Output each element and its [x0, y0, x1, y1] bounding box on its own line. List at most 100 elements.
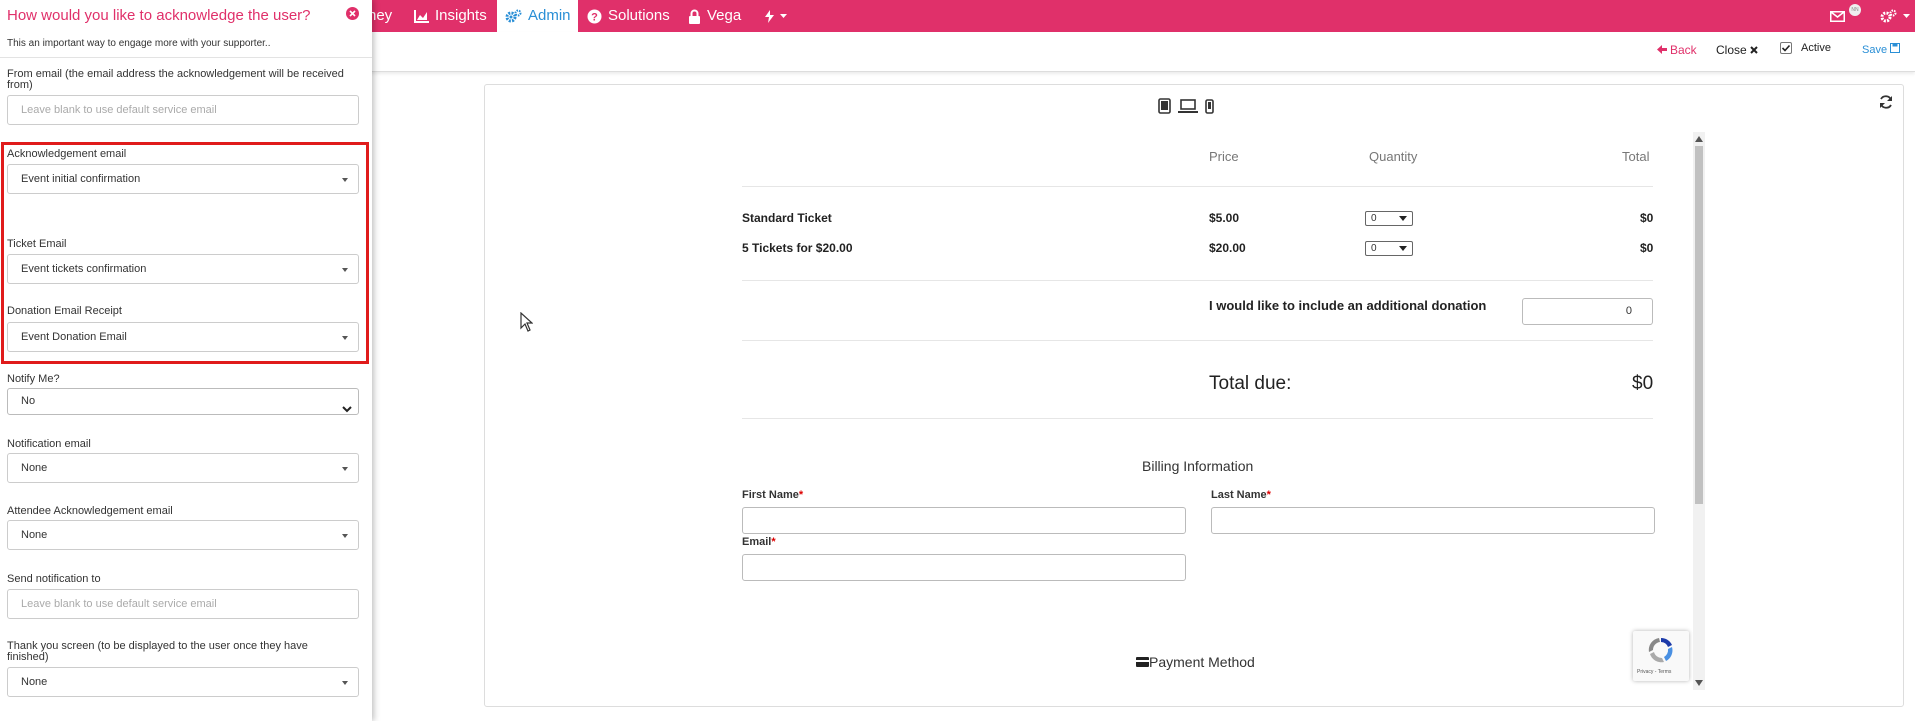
recaptcha-badge[interactable]: Privacy - Terms: [1633, 631, 1689, 681]
required-marker: *: [771, 536, 776, 548]
billing-info-title: Billing Information: [1142, 458, 1254, 474]
donation-email-select[interactable]: Event Donation Email: [7, 322, 359, 352]
ticket-quantity-select[interactable]: 0: [1365, 241, 1413, 256]
nav-item-insights[interactable]: Insights: [414, 0, 487, 32]
active-toggle[interactable]: Active: [1780, 42, 1831, 54]
save-button[interactable]: Save: [1862, 43, 1901, 56]
acknowledgement-email-select[interactable]: Event initial confirmation: [7, 164, 359, 194]
first-name-input[interactable]: [742, 507, 1186, 534]
save-label: Save: [1862, 43, 1888, 56]
email-label: Email*: [742, 536, 776, 548]
recaptcha-icon: [1648, 637, 1673, 663]
form-preview-canvas: Price Quantity Total Standard Ticket $5.…: [484, 84, 1904, 707]
back-button[interactable]: Back: [1657, 43, 1697, 57]
attendee-ack-email-select[interactable]: None: [7, 520, 359, 550]
gears-icon: [505, 9, 522, 23]
divider: [742, 340, 1653, 341]
acknowledgement-email-label: Acknowledgement email: [7, 148, 127, 160]
email-input[interactable]: [742, 554, 1186, 581]
quick-actions-menu[interactable]: [765, 0, 787, 32]
required-marker: *: [1266, 489, 1271, 501]
notify-me-value: No: [21, 395, 36, 407]
scroll-up-icon[interactable]: [1695, 136, 1703, 142]
gears-icon: [1880, 9, 1897, 23]
preview-scrollbar[interactable]: [1693, 132, 1705, 690]
acknowledgement-settings-panel: How would you like to acknowledge the us…: [0, 0, 372, 721]
total-due-label: Total due:: [1209, 373, 1292, 394]
divider: [742, 280, 1653, 281]
required-marker: *: [798, 489, 804, 501]
notification-email-select[interactable]: None: [7, 453, 359, 483]
active-label: Active: [1801, 42, 1831, 54]
ticket-name: 5 Tickets for $20.00: [742, 241, 853, 255]
close-panel-button[interactable]: [346, 7, 359, 25]
ticket-price: $5.00: [1209, 211, 1240, 225]
notification-badge: NN: [1849, 4, 1861, 16]
caret-down-icon: [1903, 13, 1910, 19]
messages-button[interactable]: [1830, 0, 1845, 32]
bolt-icon: [765, 9, 774, 23]
tablet-icon[interactable]: [1158, 98, 1171, 119]
total-column-header: Total: [1622, 149, 1650, 164]
panel-subtitle: This an important way to engage more wit…: [7, 38, 271, 49]
ticket-quantity-select[interactable]: 0: [1365, 211, 1413, 226]
settings-menu[interactable]: [1880, 0, 1910, 32]
notify-me-label: Notify Me?: [7, 373, 60, 385]
panel-title: How would you like to acknowledge the us…: [7, 7, 311, 24]
send-notification-input[interactable]: Leave blank to use default service email: [7, 589, 359, 619]
ticket-email-label: Ticket Email: [7, 238, 67, 250]
close-label: Close: [1716, 43, 1747, 57]
notify-me-select[interactable]: No: [7, 388, 359, 415]
back-label: Back: [1670, 43, 1697, 57]
scroll-down-icon[interactable]: [1695, 680, 1703, 686]
payment-method-label: Payment Method: [1149, 654, 1255, 670]
close-button[interactable]: Close: [1716, 43, 1758, 57]
donation-amount-input[interactable]: 0: [1522, 298, 1653, 325]
ticket-name: Standard Ticket: [742, 211, 832, 225]
envelope-icon: [1830, 10, 1845, 22]
refresh-icon[interactable]: [1879, 95, 1893, 114]
nav-item-vega[interactable]: Vega: [688, 0, 741, 32]
lock-icon: [688, 9, 701, 24]
notification-email-label: Notification email: [7, 438, 91, 450]
donation-email-label: Donation Email Receipt: [7, 305, 122, 317]
laptop-icon[interactable]: [1178, 99, 1198, 118]
ticket-email-select[interactable]: Event tickets confirmation: [7, 254, 359, 284]
nav-item-label: Solutions: [608, 7, 670, 24]
recaptcha-terms[interactable]: Privacy - Terms: [1637, 669, 1671, 675]
question-icon: ?: [587, 9, 602, 24]
nav-item-label: Vega: [707, 7, 742, 24]
arrow-left-icon: [1657, 43, 1667, 57]
nav-item-admin[interactable]: Admin: [497, 0, 578, 32]
active-checkbox[interactable]: [1780, 42, 1792, 54]
last-name-input[interactable]: [1211, 507, 1655, 534]
last-name-label: Last Name*: [1211, 489, 1271, 501]
from-email-input[interactable]: Leave blank to use default service email: [7, 95, 359, 125]
total-due-value: $0: [1632, 373, 1654, 394]
close-icon: [1749, 43, 1758, 57]
attendee-ack-email-label: Attendee Acknowledgement email: [7, 505, 173, 517]
nav-item-solutions[interactable]: ? Solutions: [587, 0, 670, 32]
ticket-price: $20.00: [1209, 241, 1246, 255]
caret-down-icon: [780, 13, 787, 19]
thank-you-screen-select[interactable]: None: [7, 667, 359, 697]
device-switcher: [1158, 98, 1214, 119]
thank-you-screen-label: Thank you screen (to be displayed to the…: [7, 640, 308, 663]
svg-text:?: ?: [591, 11, 598, 23]
email-text: Email: [742, 536, 772, 548]
ticket-total: $0: [1640, 211, 1654, 225]
from-email-label: From email (the email address the acknow…: [7, 68, 344, 91]
price-column-header: Price: [1209, 149, 1239, 164]
ticket-total: $0: [1640, 241, 1654, 255]
divider: [0, 57, 372, 58]
payment-method-heading: Payment Method: [1136, 654, 1255, 670]
divider: [742, 418, 1653, 419]
first-name-label: First Name*: [742, 489, 803, 501]
scrollbar-thumb[interactable]: [1695, 146, 1703, 504]
chevron-down-icon: [342, 398, 352, 423]
nav-item-label: Admin: [528, 7, 571, 24]
divider: [742, 186, 1653, 187]
send-notification-label: Send notification to: [7, 573, 101, 585]
floppy-disk-icon: [1890, 43, 1901, 56]
mobile-icon[interactable]: [1205, 98, 1214, 119]
